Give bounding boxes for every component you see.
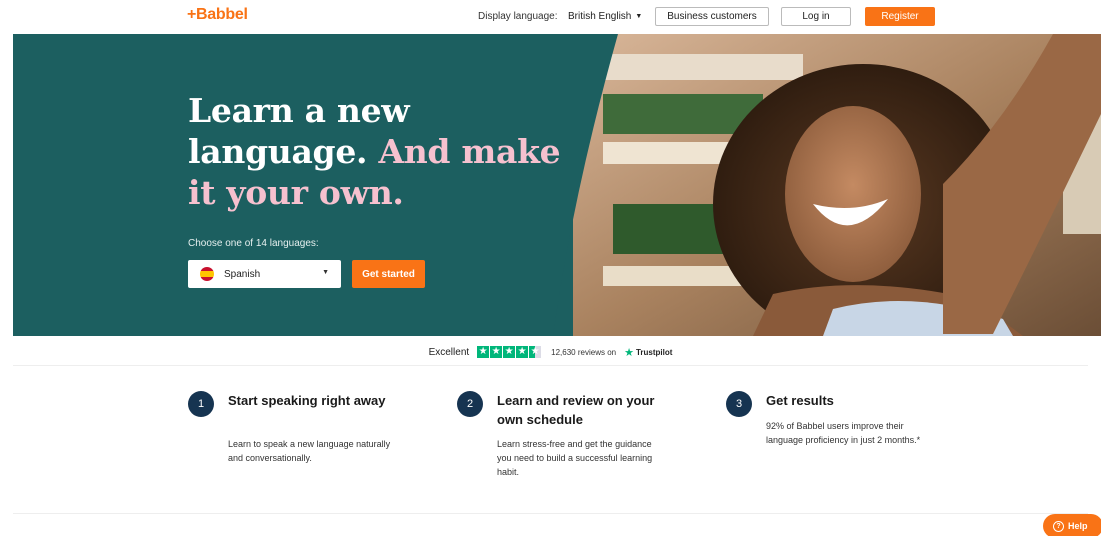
trustpilot-stars: ★ ★ ★ ★ ★ bbox=[477, 346, 542, 358]
feature-text: Learn to speak a new language naturally … bbox=[228, 439, 391, 463]
divider bbox=[13, 365, 1088, 366]
login-button[interactable]: Log in bbox=[781, 7, 851, 26]
top-nav: +Babbel Display language: British Englis… bbox=[0, 0, 1101, 33]
star-icon: ★ bbox=[477, 346, 490, 358]
display-language-dropdown[interactable]: British English ▼ bbox=[568, 11, 642, 22]
feature-text: 92% of Babbel users improve their langua… bbox=[766, 421, 921, 445]
feature-title: Get results bbox=[766, 393, 834, 408]
feature-title: Start speaking right away bbox=[228, 393, 386, 408]
trustpilot-logo: ★ Trustpilot bbox=[624, 346, 672, 359]
help-label: Help bbox=[1068, 521, 1088, 531]
babbel-logo[interactable]: +Babbel bbox=[187, 6, 248, 24]
feature-text: Learn stress-free and get the guidance y… bbox=[497, 439, 653, 477]
trustpilot-star-icon: ★ bbox=[624, 346, 634, 359]
chevron-down-icon: ▼ bbox=[322, 269, 329, 276]
help-button[interactable]: ? Help bbox=[1043, 514, 1101, 536]
language-select[interactable]: Spanish ▼ bbox=[188, 260, 341, 288]
display-language-value: British English bbox=[568, 11, 632, 22]
question-icon: ? bbox=[1053, 520, 1064, 532]
trustpilot-bar[interactable]: Excellent ★ ★ ★ ★ ★ 12,630 reviews on ★ … bbox=[0, 342, 1101, 362]
step-number: 2 bbox=[457, 391, 483, 417]
trustpilot-reviews: 12,630 reviews on bbox=[551, 347, 617, 357]
star-icon: ★ bbox=[516, 346, 529, 358]
register-button[interactable]: Register bbox=[865, 7, 935, 26]
trustpilot-brand: Trustpilot bbox=[635, 347, 673, 357]
star-icon: ★ bbox=[490, 346, 503, 358]
hero-banner: Learn a new language. And make it your o… bbox=[13, 34, 1101, 336]
star-icon: ★ bbox=[503, 346, 516, 358]
step-number: 3 bbox=[726, 391, 752, 417]
hero-headline: Learn a new language. And make it your o… bbox=[188, 90, 588, 213]
get-started-button[interactable]: Get started bbox=[352, 260, 425, 288]
step-number: 1 bbox=[188, 391, 214, 417]
divider bbox=[13, 513, 1088, 514]
spain-flag-icon bbox=[200, 267, 214, 281]
hero-headline-main: Learn a new language. bbox=[188, 91, 410, 171]
half-star-icon: ★ bbox=[529, 346, 542, 358]
feature-title: Learn and review on your own schedule bbox=[497, 393, 655, 427]
selected-language: Spanish bbox=[224, 268, 261, 280]
choose-language-label: Choose one of 14 languages: bbox=[188, 238, 319, 249]
display-language-label: Display language: bbox=[478, 11, 558, 22]
chevron-down-icon: ▼ bbox=[635, 13, 643, 20]
business-customers-button[interactable]: Business customers bbox=[655, 7, 769, 26]
trustpilot-rating-word: Excellent bbox=[428, 346, 470, 358]
